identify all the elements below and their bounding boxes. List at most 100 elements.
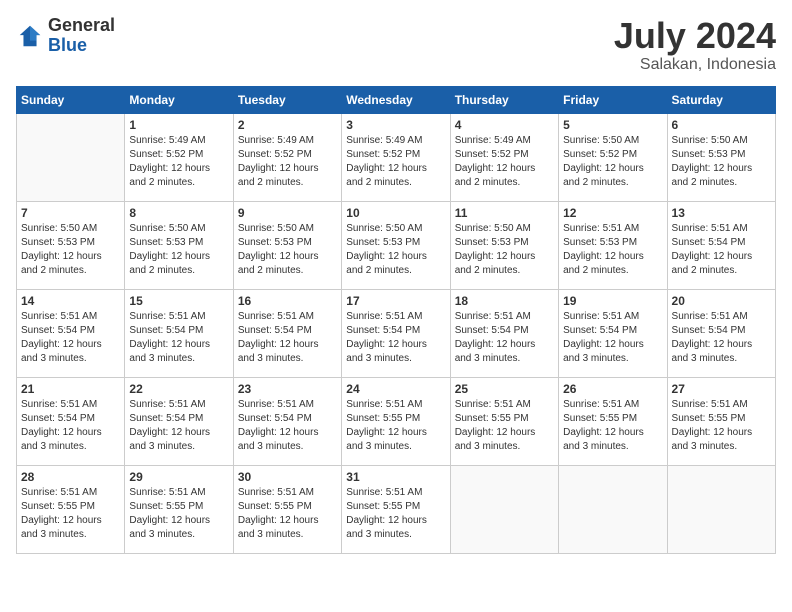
day-info: Sunrise: 5:49 AMSunset: 5:52 PMDaylight:… (238, 134, 337, 190)
title-block: July 2024 Salakan, Indonesia (614, 16, 776, 74)
calendar-cell: 22 Sunrise: 5:51 AMSunset: 5:54 PMDayligh… (125, 377, 233, 465)
day-info: Sunrise: 5:51 AMSunset: 5:55 PMDaylight:… (238, 486, 337, 542)
calendar-cell: 21 Sunrise: 5:51 AMSunset: 5:54 PMDayligh… (17, 377, 125, 465)
day-number: 22 (129, 382, 228, 396)
day-number: 4 (455, 118, 554, 132)
day-number: 2 (238, 118, 337, 132)
day-info: Sunrise: 5:50 AMSunset: 5:52 PMDaylight:… (563, 134, 662, 190)
week-row: 14 Sunrise: 5:51 AMSunset: 5:54 PMDayligh… (17, 289, 776, 377)
day-of-week-header: Monday (125, 86, 233, 113)
day-number: 19 (563, 294, 662, 308)
day-info: Sunrise: 5:51 AMSunset: 5:54 PMDaylight:… (455, 310, 554, 366)
week-row: 1Sunrise: 5:49 AMSunset: 5:52 PMDaylight… (17, 113, 776, 201)
day-info: Sunrise: 5:51 AMSunset: 5:55 PMDaylight:… (672, 398, 771, 454)
day-info: Sunrise: 5:50 AMSunset: 5:53 PMDaylight:… (21, 222, 120, 278)
calendar-cell: 9Sunrise: 5:50 AMSunset: 5:53 PMDaylight… (233, 201, 341, 289)
day-number: 7 (21, 206, 120, 220)
calendar-cell (559, 465, 667, 553)
day-number: 17 (346, 294, 445, 308)
calendar-cell: 28 Sunrise: 5:51 AMSunset: 5:55 PMDayligh… (17, 465, 125, 553)
day-number: 15 (129, 294, 228, 308)
calendar-cell: 20 Sunrise: 5:51 AMSunset: 5:54 PMDayligh… (667, 289, 775, 377)
day-info: Sunrise: 5:51 AMSunset: 5:55 PMDaylight:… (21, 486, 120, 542)
calendar-cell: 25 Sunrise: 5:51 AMSunset: 5:55 PMDayligh… (450, 377, 558, 465)
calendar-cell: 17 Sunrise: 5:51 AMSunset: 5:54 PMDayligh… (342, 289, 450, 377)
calendar-cell (17, 113, 125, 201)
week-row: 7 Sunrise: 5:50 AMSunset: 5:53 PMDaylight… (17, 201, 776, 289)
day-number: 27 (672, 382, 771, 396)
day-of-week-header: Saturday (667, 86, 775, 113)
calendar-cell: 16 Sunrise: 5:51 AMSunset: 5:54 PMDayligh… (233, 289, 341, 377)
day-info: Sunrise: 5:51 AMSunset: 5:54 PMDaylight:… (672, 310, 771, 366)
day-of-week-header: Tuesday (233, 86, 341, 113)
calendar-cell: 23Sunrise: 5:51 AMSunset: 5:54 PMDayligh… (233, 377, 341, 465)
day-number: 30 (238, 470, 337, 484)
page-header: General Blue July 2024 Salakan, Indonesi… (16, 16, 776, 74)
day-info: Sunrise: 5:51 AMSunset: 5:54 PMDaylight:… (21, 398, 120, 454)
day-number: 14 (21, 294, 120, 308)
day-number: 10 (346, 206, 445, 220)
calendar-cell: 26Sunrise: 5:51 AMSunset: 5:55 PMDayligh… (559, 377, 667, 465)
day-info: Sunrise: 5:50 AMSunset: 5:53 PMDaylight:… (455, 222, 554, 278)
calendar-cell: 19Sunrise: 5:51 AMSunset: 5:54 PMDayligh… (559, 289, 667, 377)
day-number: 6 (672, 118, 771, 132)
logo-general-text: General (48, 16, 115, 36)
calendar-cell: 24Sunrise: 5:51 AMSunset: 5:55 PMDayligh… (342, 377, 450, 465)
day-info: Sunrise: 5:50 AMSunset: 5:53 PMDaylight:… (129, 222, 228, 278)
day-info: Sunrise: 5:49 AMSunset: 5:52 PMDaylight:… (455, 134, 554, 190)
calendar-table: SundayMondayTuesdayWednesdayThursdayFrid… (16, 86, 776, 554)
day-number: 3 (346, 118, 445, 132)
day-info: Sunrise: 5:51 AMSunset: 5:54 PMDaylight:… (238, 398, 337, 454)
calendar-cell: 8 Sunrise: 5:50 AMSunset: 5:53 PMDaylight… (125, 201, 233, 289)
day-number: 16 (238, 294, 337, 308)
day-number: 20 (672, 294, 771, 308)
calendar-cell: 27 Sunrise: 5:51 AMSunset: 5:55 PMDayligh… (667, 377, 775, 465)
calendar-cell: 30 Sunrise: 5:51 AMSunset: 5:55 PMDayligh… (233, 465, 341, 553)
day-number: 25 (455, 382, 554, 396)
calendar-cell: 11 Sunrise: 5:50 AMSunset: 5:53 PMDayligh… (450, 201, 558, 289)
day-of-week-header: Thursday (450, 86, 558, 113)
calendar-cell: 29Sunrise: 5:51 AMSunset: 5:55 PMDayligh… (125, 465, 233, 553)
day-info: Sunrise: 5:51 AMSunset: 5:54 PMDaylight:… (129, 310, 228, 366)
calendar-cell: 14Sunrise: 5:51 AMSunset: 5:54 PMDayligh… (17, 289, 125, 377)
calendar-cell: 7 Sunrise: 5:50 AMSunset: 5:53 PMDaylight… (17, 201, 125, 289)
day-info: Sunrise: 5:49 AMSunset: 5:52 PMDaylight:… (346, 134, 445, 190)
calendar-cell: 18Sunrise: 5:51 AMSunset: 5:54 PMDayligh… (450, 289, 558, 377)
calendar-cell: 4 Sunrise: 5:49 AMSunset: 5:52 PMDaylight… (450, 113, 558, 201)
calendar-cell (450, 465, 558, 553)
calendar-cell: 12 Sunrise: 5:51 AMSunset: 5:53 PMDayligh… (559, 201, 667, 289)
calendar-cell: 10 Sunrise: 5:50 AMSunset: 5:53 PMDayligh… (342, 201, 450, 289)
day-info: Sunrise: 5:51 AMSunset: 5:54 PMDaylight:… (129, 398, 228, 454)
day-info: Sunrise: 5:51 AMSunset: 5:55 PMDaylight:… (346, 486, 445, 542)
day-number: 8 (129, 206, 228, 220)
day-number: 31 (346, 470, 445, 484)
days-of-week-row: SundayMondayTuesdayWednesdayThursdayFrid… (17, 86, 776, 113)
subtitle: Salakan, Indonesia (614, 56, 776, 74)
day-number: 11 (455, 206, 554, 220)
day-info: Sunrise: 5:51 AMSunset: 5:53 PMDaylight:… (563, 222, 662, 278)
logo: General Blue (16, 16, 115, 56)
calendar-header: SundayMondayTuesdayWednesdayThursdayFrid… (17, 86, 776, 113)
day-of-week-header: Friday (559, 86, 667, 113)
day-number: 12 (563, 206, 662, 220)
day-number: 21 (21, 382, 120, 396)
day-of-week-header: Wednesday (342, 86, 450, 113)
day-info: Sunrise: 5:51 AMSunset: 5:54 PMDaylight:… (672, 222, 771, 278)
day-info: Sunrise: 5:51 AMSunset: 5:55 PMDaylight:… (455, 398, 554, 454)
day-number: 26 (563, 382, 662, 396)
calendar-cell: 13Sunrise: 5:51 AMSunset: 5:54 PMDayligh… (667, 201, 775, 289)
day-info: Sunrise: 5:49 AMSunset: 5:52 PMDaylight:… (129, 134, 228, 190)
day-info: Sunrise: 5:51 AMSunset: 5:54 PMDaylight:… (346, 310, 445, 366)
day-number: 28 (21, 470, 120, 484)
calendar-cell: 2 Sunrise: 5:49 AMSunset: 5:52 PMDaylight… (233, 113, 341, 201)
week-row: 21 Sunrise: 5:51 AMSunset: 5:54 PMDayligh… (17, 377, 776, 465)
calendar-cell (667, 465, 775, 553)
day-number: 24 (346, 382, 445, 396)
day-info: Sunrise: 5:50 AMSunset: 5:53 PMDaylight:… (672, 134, 771, 190)
main-title: July 2024 (614, 16, 776, 56)
calendar-cell: 5Sunrise: 5:50 AMSunset: 5:52 PMDaylight… (559, 113, 667, 201)
logo-icon (16, 22, 44, 50)
day-info: Sunrise: 5:51 AMSunset: 5:54 PMDaylight:… (238, 310, 337, 366)
day-info: Sunrise: 5:50 AMSunset: 5:53 PMDaylight:… (346, 222, 445, 278)
calendar-cell: 6 Sunrise: 5:50 AMSunset: 5:53 PMDaylight… (667, 113, 775, 201)
